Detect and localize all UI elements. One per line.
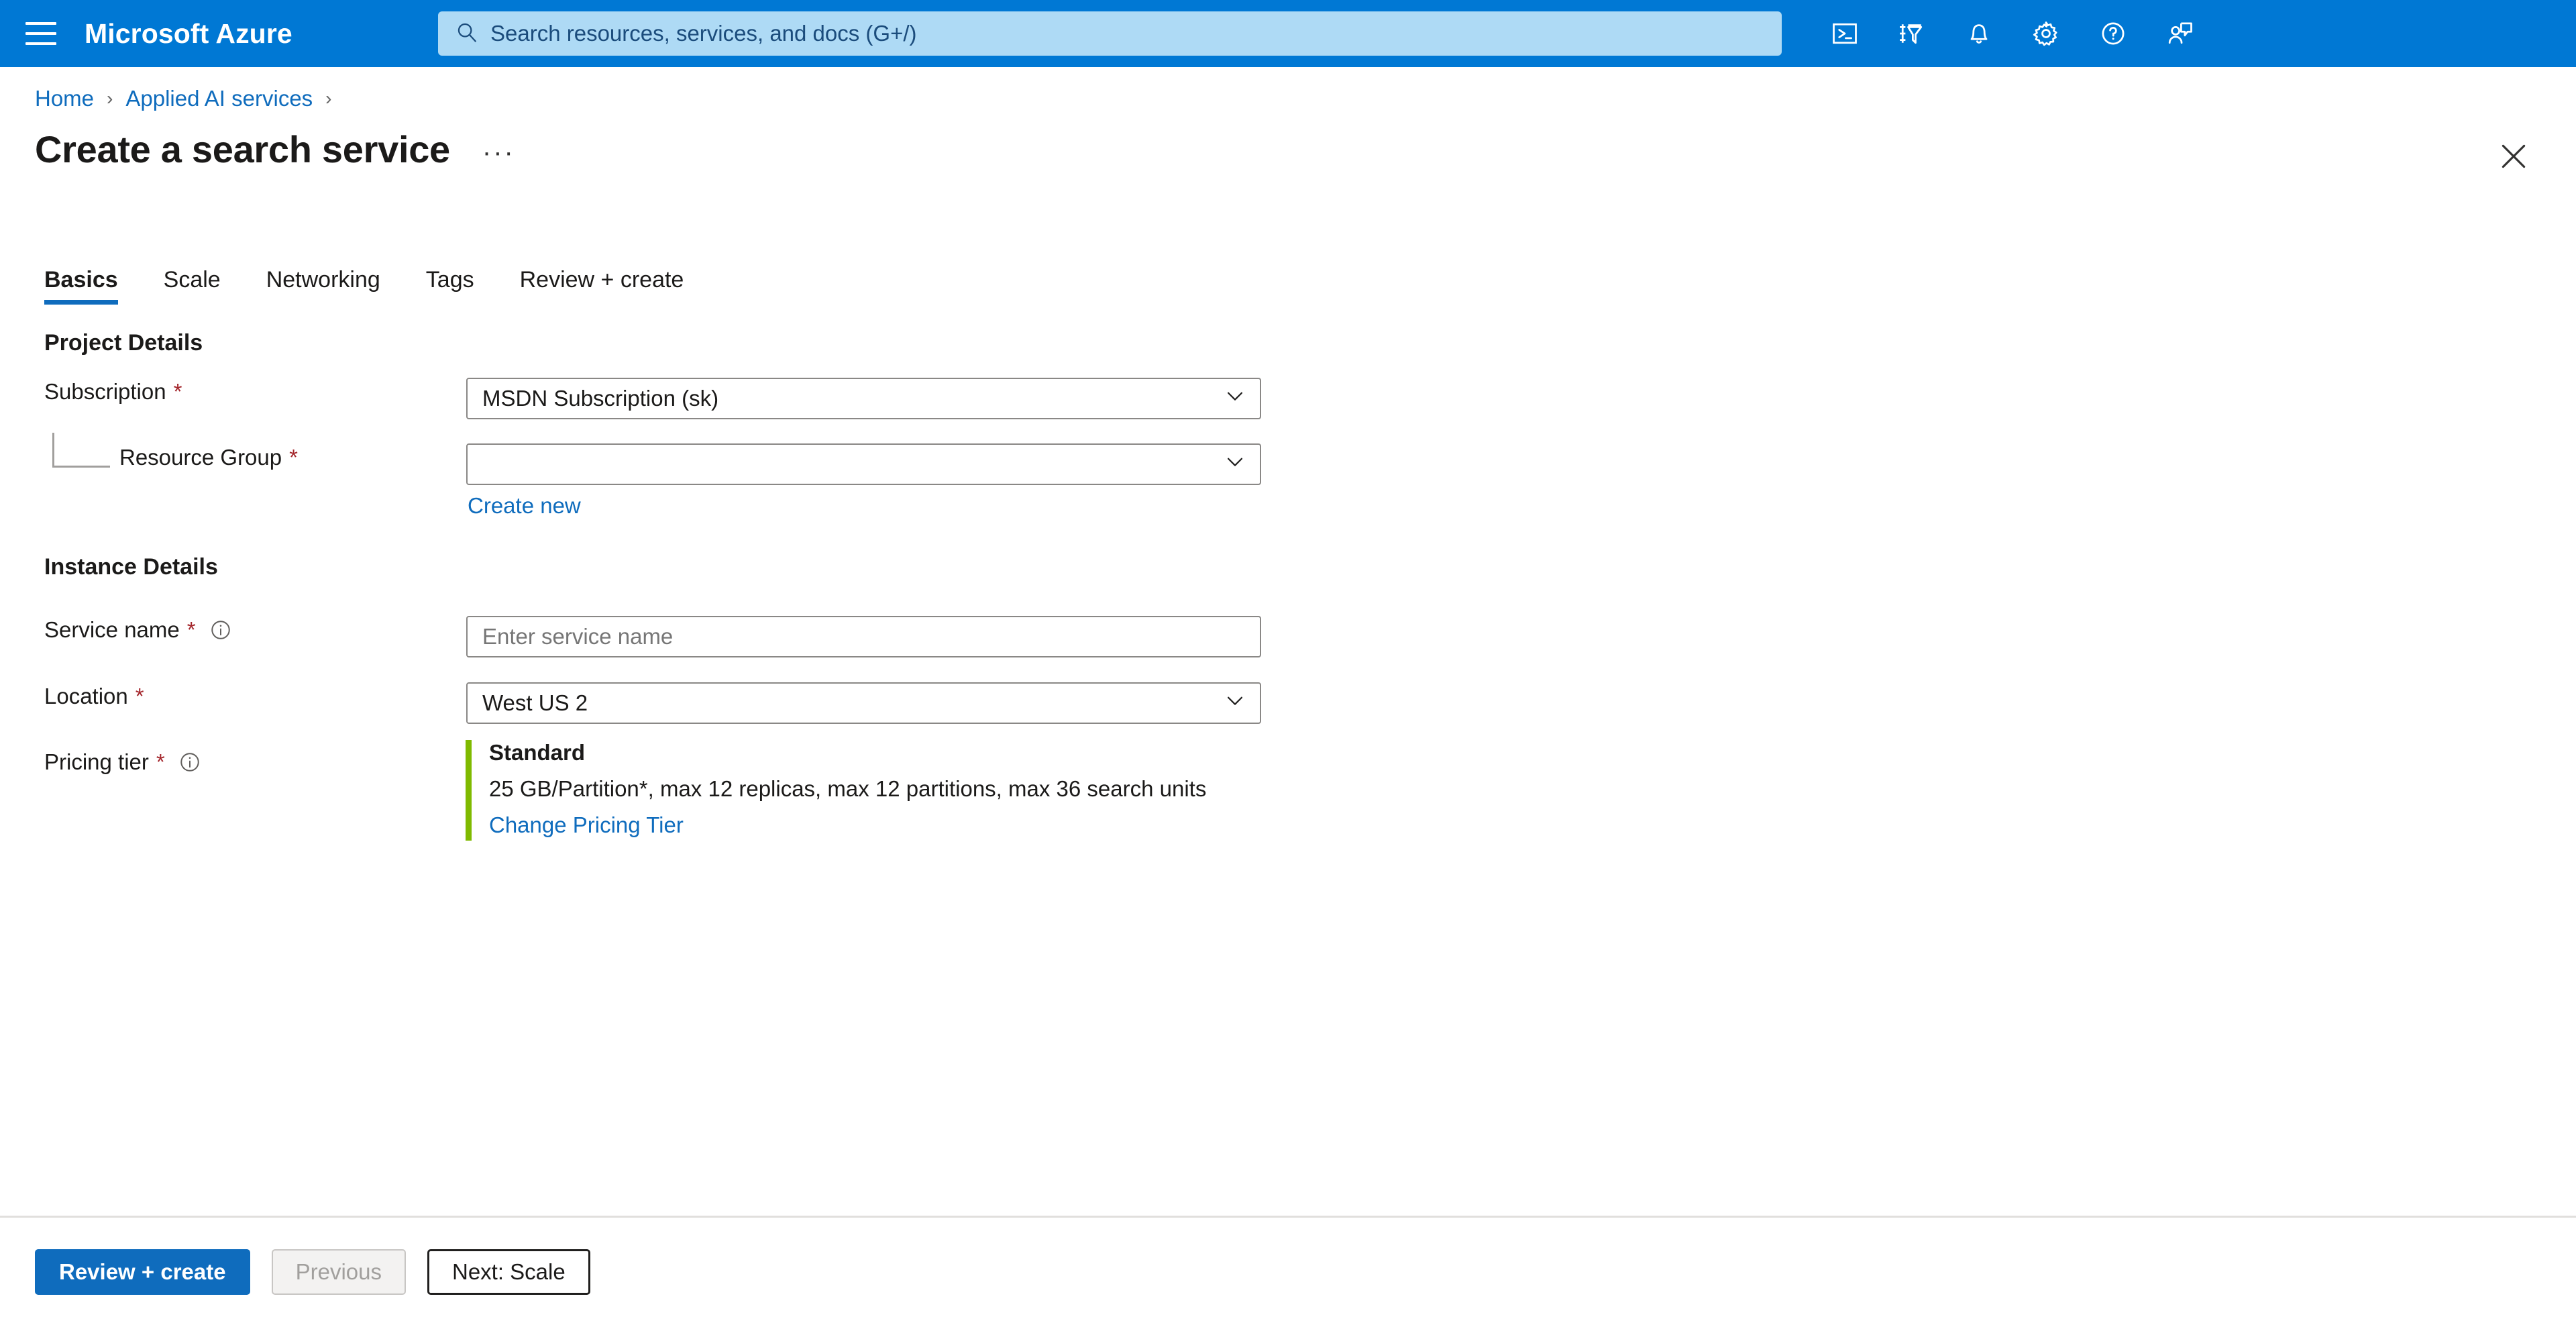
tab-basics[interactable]: Basics bbox=[44, 267, 118, 305]
label-pricing-tier: Pricing tier * bbox=[44, 749, 201, 775]
required-marker: * bbox=[186, 617, 196, 642]
tab-review-create[interactable]: Review + create bbox=[520, 267, 684, 305]
brand-title[interactable]: Microsoft Azure bbox=[85, 18, 292, 50]
chevron-down-icon bbox=[1224, 689, 1246, 717]
required-marker: * bbox=[135, 684, 144, 708]
wizard-footer: Review + create Previous Next: Scale bbox=[35, 1249, 590, 1295]
service-name-placeholder: Enter service name bbox=[482, 624, 674, 649]
change-pricing-tier-link[interactable]: Change Pricing Tier bbox=[489, 812, 1206, 838]
service-name-input[interactable]: Enter service name bbox=[466, 616, 1261, 657]
settings-gear-icon[interactable] bbox=[2012, 0, 2080, 67]
breadcrumb-separator: › bbox=[107, 88, 113, 109]
label-subscription-text: Subscription bbox=[44, 379, 166, 404]
search-icon bbox=[455, 21, 478, 47]
resource-group-dropdown[interactable] bbox=[466, 443, 1261, 485]
location-value: West US 2 bbox=[482, 690, 588, 715]
info-icon[interactable] bbox=[209, 619, 232, 641]
page-title: Create a search service bbox=[35, 128, 450, 170]
tab-networking[interactable]: Networking bbox=[266, 267, 380, 305]
azure-top-header: Microsoft Azure Search resources, servic… bbox=[0, 0, 2576, 67]
location-dropdown[interactable]: West US 2 bbox=[466, 682, 1261, 724]
label-location-text: Location bbox=[44, 684, 128, 708]
chevron-down-icon bbox=[1224, 450, 1246, 478]
tab-scale[interactable]: Scale bbox=[164, 267, 221, 305]
section-heading-instance-details: Instance Details bbox=[44, 554, 218, 580]
help-question-icon[interactable] bbox=[2080, 0, 2147, 67]
label-location: Location * bbox=[44, 684, 144, 709]
breadcrumb-item-home[interactable]: Home bbox=[35, 86, 94, 111]
pricing-tier-description: 25 GB/Partition*, max 12 replicas, max 1… bbox=[489, 776, 1207, 801]
required-marker: * bbox=[173, 379, 182, 404]
label-resource-group: Resource Group * bbox=[119, 445, 298, 470]
feedback-icon[interactable] bbox=[2147, 0, 2214, 67]
create-new-resource-group-link[interactable]: Create new bbox=[468, 493, 581, 519]
notifications-bell-icon[interactable] bbox=[1945, 0, 2012, 67]
tab-tags[interactable]: Tags bbox=[426, 267, 474, 305]
next-scale-button[interactable]: Next: Scale bbox=[427, 1249, 590, 1295]
page-header: Create a search service ··· bbox=[35, 127, 515, 171]
label-pricing-tier-text: Pricing tier bbox=[44, 749, 149, 774]
cloud-shell-icon[interactable] bbox=[1811, 0, 1878, 67]
hamburger-icon[interactable] bbox=[25, 22, 56, 45]
pricing-tier-card: Standard 25 GB/Partition*, max 12 replic… bbox=[466, 740, 1206, 841]
more-options-icon[interactable]: ··· bbox=[482, 131, 515, 168]
close-icon[interactable] bbox=[2497, 140, 2530, 173]
review-create-button[interactable]: Review + create bbox=[35, 1249, 250, 1295]
header-icon-group bbox=[1811, 0, 2214, 67]
required-marker: * bbox=[156, 749, 165, 774]
footer-divider bbox=[0, 1216, 2576, 1218]
search-placeholder: Search resources, services, and docs (G+… bbox=[490, 21, 917, 46]
label-subscription: Subscription * bbox=[44, 379, 182, 405]
section-heading-project-details: Project Details bbox=[44, 330, 203, 356]
previous-button[interactable]: Previous bbox=[271, 1249, 406, 1295]
tree-connector bbox=[52, 433, 110, 468]
label-service-name: Service name * bbox=[44, 617, 232, 643]
label-service-name-text: Service name bbox=[44, 617, 180, 642]
global-search-box[interactable]: Search resources, services, and docs (G+… bbox=[438, 11, 1782, 56]
chevron-down-icon bbox=[1224, 384, 1246, 413]
breadcrumb-item-applied-ai-services[interactable]: Applied AI services bbox=[125, 86, 313, 111]
pricing-tier-name: Standard bbox=[489, 740, 586, 765]
required-marker: * bbox=[289, 445, 298, 470]
subscription-value: MSDN Subscription (sk) bbox=[482, 386, 719, 411]
directories-subscriptions-icon[interactable] bbox=[1878, 0, 1945, 67]
breadcrumb: Home › Applied AI services › bbox=[35, 86, 345, 111]
wizard-tabs: Basics Scale Networking Tags Review + cr… bbox=[44, 267, 729, 305]
label-resource-group-text: Resource Group bbox=[119, 445, 282, 470]
info-icon[interactable] bbox=[178, 751, 201, 774]
breadcrumb-separator: › bbox=[325, 88, 332, 109]
subscription-dropdown[interactable]: MSDN Subscription (sk) bbox=[466, 378, 1261, 419]
